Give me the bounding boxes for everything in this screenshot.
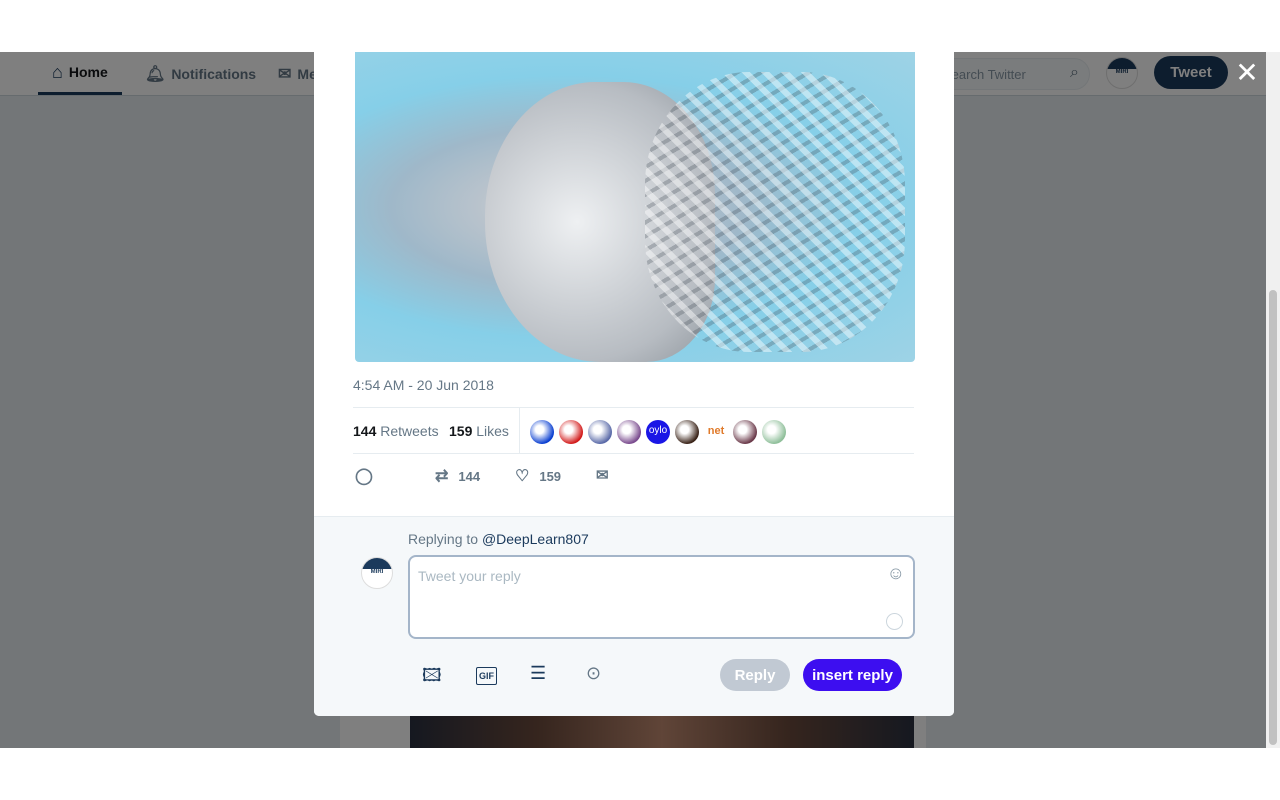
location-icon[interactable]: ⊙ (586, 663, 601, 684)
likes-label: Likes (476, 423, 509, 439)
particle-cubes (645, 72, 905, 352)
like-action[interactable]: ♡ 159 (515, 466, 561, 486)
retweets-stat[interactable]: 144 Retweets (353, 423, 439, 439)
retweet-icon: ⇄ (435, 468, 449, 485)
favoriter-avatar[interactable] (617, 420, 641, 444)
retweets-label: Retweets (380, 423, 439, 439)
reply-composer: Replying to @DeepLearn807 MIRI Tweet you… (314, 516, 954, 716)
tweet-stats: 144 Retweets 159 Likes oylo net (353, 407, 914, 454)
retweet-action[interactable]: ⇄ 144 (435, 466, 480, 486)
scrollbar[interactable] (1266, 52, 1280, 748)
tweet-timestamp: 4:54 AM - 20 Jun 2018 (353, 377, 494, 393)
likes-stat[interactable]: 159 Likes (449, 423, 509, 439)
favoriter-avatar[interactable]: net (704, 420, 728, 444)
replying-to-handle[interactable]: @DeepLearn807 (482, 531, 589, 547)
retweet-count: 144 (458, 468, 481, 484)
image-icon[interactable]: 🖾︎ (422, 663, 442, 693)
favoriter-avatar[interactable] (530, 420, 554, 444)
gif-icon[interactable]: GIF (476, 667, 497, 685)
insert-reply-button[interactable]: insert reply (803, 659, 902, 691)
favoriter-avatar[interactable] (559, 420, 583, 444)
favoriter-avatar[interactable] (733, 420, 757, 444)
replying-to: Replying to @DeepLearn807 (408, 531, 589, 547)
emoji-icon[interactable]: ☺ (887, 563, 905, 584)
tweet-modal: 4:54 AM - 20 Jun 2018 144 Retweets 159 L… (314, 52, 954, 716)
favoriter-avatar[interactable] (762, 420, 786, 444)
heart-icon: ♡ (515, 468, 530, 485)
reply-button[interactable]: Reply (720, 659, 790, 691)
reply-input[interactable]: Tweet your reply ☺ (408, 555, 915, 639)
retweets-count: 144 (353, 423, 377, 439)
dm-action[interactable]: ✉ (596, 466, 609, 484)
char-counter-circle (886, 613, 903, 630)
favoriter-avatar[interactable]: oylo (646, 420, 670, 444)
reply-placeholder: Tweet your reply (418, 568, 521, 584)
scrollbar-thumb[interactable] (1269, 290, 1277, 745)
close-icon[interactable]: ✕ (1234, 59, 1260, 87)
favoriter-avatar[interactable] (675, 420, 699, 444)
comment-icon: ◯ (355, 468, 373, 485)
composer-avatar: MIRI (361, 557, 393, 589)
tweet-image[interactable] (355, 52, 915, 362)
avatar-text: MIRI (370, 569, 384, 576)
reply-action[interactable]: ◯ (355, 466, 373, 486)
like-count: 159 (539, 468, 562, 484)
mail-icon: ✉ (596, 467, 609, 484)
replying-to-label: Replying to (408, 531, 479, 547)
favoriter-avatar[interactable] (588, 420, 612, 444)
divider (519, 408, 520, 454)
likes-count: 159 (449, 423, 473, 439)
poll-icon[interactable]: ☰ (530, 663, 546, 684)
